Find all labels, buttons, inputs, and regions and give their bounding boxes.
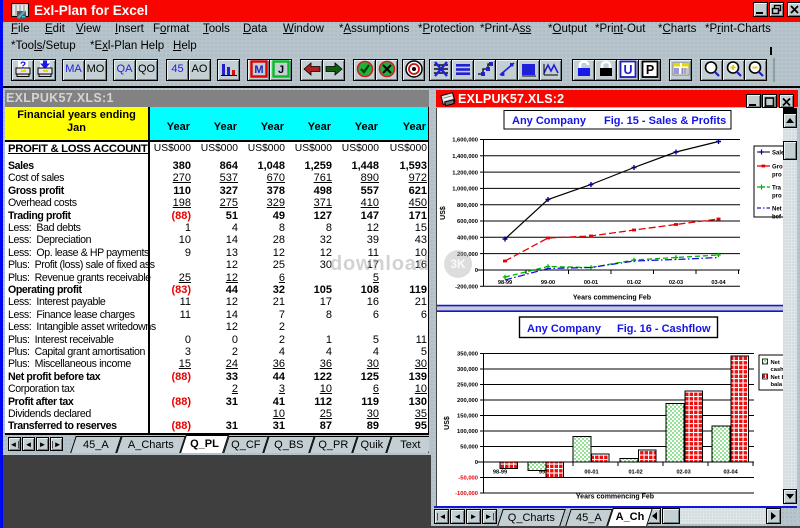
svg-text:01-02: 01-02 [628,470,642,476]
svg-text:00-01: 00-01 [584,470,598,476]
svg-text:00-01: 00-01 [584,280,598,286]
svg-text:-100,000: -100,000 [455,491,478,497]
svg-text:300,000: 300,000 [457,367,478,373]
svg-text:US$: US$ [440,206,447,220]
svg-text:pro: pro [772,173,782,179]
svg-text:Net b: Net b [771,375,784,381]
svg-text:1,600,000: 1,600,000 [452,138,478,144]
svg-text:03-04: 03-04 [711,280,726,286]
svg-text:U: U [623,63,632,77]
svg-text:100,000: 100,000 [457,429,478,435]
svg-text:400,000: 400,000 [457,236,478,242]
svg-text:98-99: 98-99 [498,280,512,286]
svg-text:99-00: 99-00 [541,280,555,286]
svg-text:50,000: 50,000 [460,445,478,451]
svg-text:bala: bala [771,382,783,388]
svg-text:800,000: 800,000 [457,203,478,209]
svg-text:Years commencing Feb: Years commencing Feb [576,494,654,501]
svg-text:1,200,000: 1,200,000 [452,170,478,176]
svg-text:250,000: 250,000 [457,383,478,389]
svg-text:01-02: 01-02 [627,280,641,286]
svg-text:-50,000: -50,000 [458,476,478,482]
svg-text:150,000: 150,000 [457,414,478,420]
svg-text:Any Company: Any Company [527,323,602,335]
svg-text:1,000,000: 1,000,000 [452,187,478,193]
svg-text:Years commencing Feb: Years commencing Feb [573,295,651,302]
svg-text:pro: pro [772,194,782,200]
svg-text:Net: Net [772,207,782,213]
svg-text:Net: Net [771,360,780,366]
svg-text:1,400,000: 1,400,000 [452,154,478,160]
svg-text:350,000: 350,000 [457,352,478,358]
svg-text:Gro: Gro [772,165,783,171]
svg-text:US$: US$ [444,416,451,430]
svg-text:02-03: 02-03 [676,470,690,476]
svg-text:?: ? [19,61,25,72]
svg-text:J: J [277,64,283,76]
svg-text:03-04: 03-04 [723,470,738,476]
svg-text:02-03: 02-03 [669,280,683,286]
svg-text:Sale: Sale [772,151,783,157]
svg-text:Tra: Tra [772,186,782,192]
svg-text:bef: bef [772,215,782,221]
svg-text:600,000: 600,000 [457,219,478,225]
svg-text:Any Company: Any Company [512,115,587,127]
svg-text:cash: cash [771,367,784,373]
svg-text:0: 0 [475,460,478,466]
svg-text:200,000: 200,000 [457,398,478,404]
svg-text:Fig. 15 - Sales & Profits: Fig. 15 - Sales & Profits [604,115,726,127]
svg-text:98-99: 98-99 [493,470,507,476]
svg-text:Fig. 16 - Cashflow: Fig. 16 - Cashflow [617,323,711,335]
svg-text:M: M [254,64,263,76]
svg-text:P: P [645,63,653,77]
svg-text:-200,000: -200,000 [455,285,478,291]
svg-text:0: 0 [475,268,478,274]
